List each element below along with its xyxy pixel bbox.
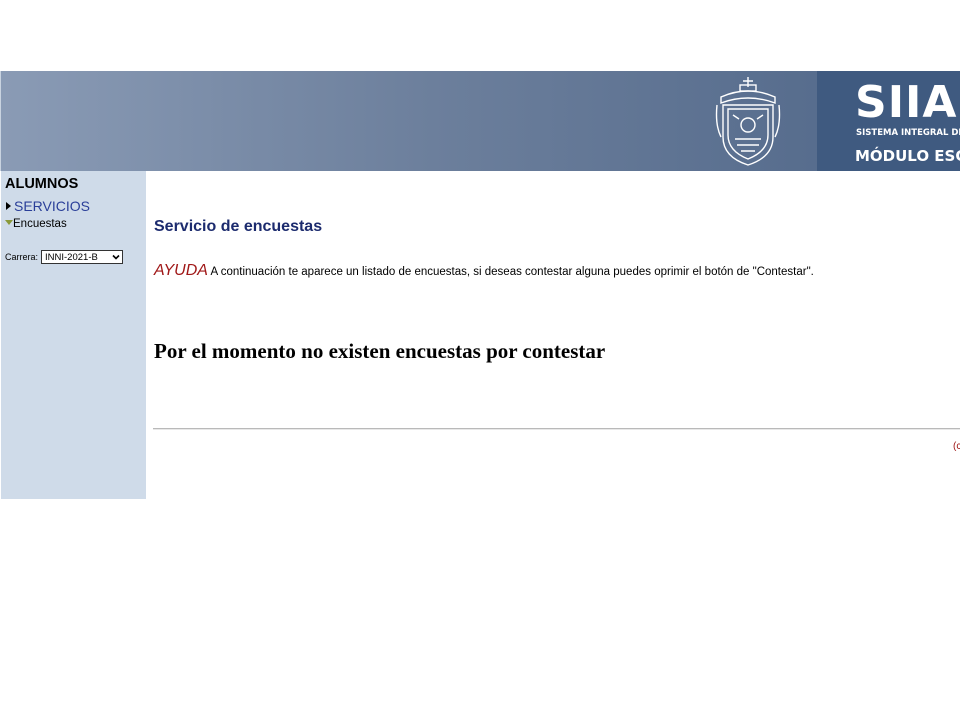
sidebar: ALUMNOS SERVICIOS Encuestas Carrera: INN… [1,171,146,499]
sidebar-item-servicios[interactable]: SERVICIOS [5,198,90,214]
footer-fragment: (c [953,441,960,452]
carrera-selected-value: INNI-2021-B [45,251,98,263]
carrera-select[interactable]: INNI-2021-B [41,250,124,264]
help-text: A continuación te aparece un listado de … [207,266,814,278]
brand-title: SIIAU [855,77,960,128]
brand-subtitle: SISTEMA INTEGRAL DE INFORMACIÓN Y ADMINI… [856,128,960,138]
carrera-label: Carrera: [5,252,39,262]
sidebar-item-label: Encuestas [13,218,67,230]
empty-state-message: Por el momento no existen encuestas por … [154,339,606,363]
triangle-right-icon [6,202,11,210]
page-title: Servicio de encuestas [154,218,323,235]
help-row: AYUDA A continuación te aparece un lista… [154,262,814,280]
brand-panel: SIIAU SISTEMA INTEGRAL DE INFORMACIÓN Y … [817,71,960,171]
chevron-down-icon [112,254,120,260]
brand-module: MÓDULO ESCOLAR [855,147,960,165]
help-label: AYUDA [154,262,208,279]
carrera-row: Carrera: INNI-2021-B [5,250,124,264]
triangle-down-icon [5,220,13,225]
university-crest-icon [715,77,781,166]
page-header: SIIAU SISTEMA INTEGRAL DE INFORMACIÓN Y … [0,71,960,171]
sidebar-item-encuestas[interactable]: Encuestas [5,218,67,230]
sidebar-heading: ALUMNOS [5,176,79,192]
divider [153,428,960,430]
sidebar-item-label: SERVICIOS [14,198,90,214]
